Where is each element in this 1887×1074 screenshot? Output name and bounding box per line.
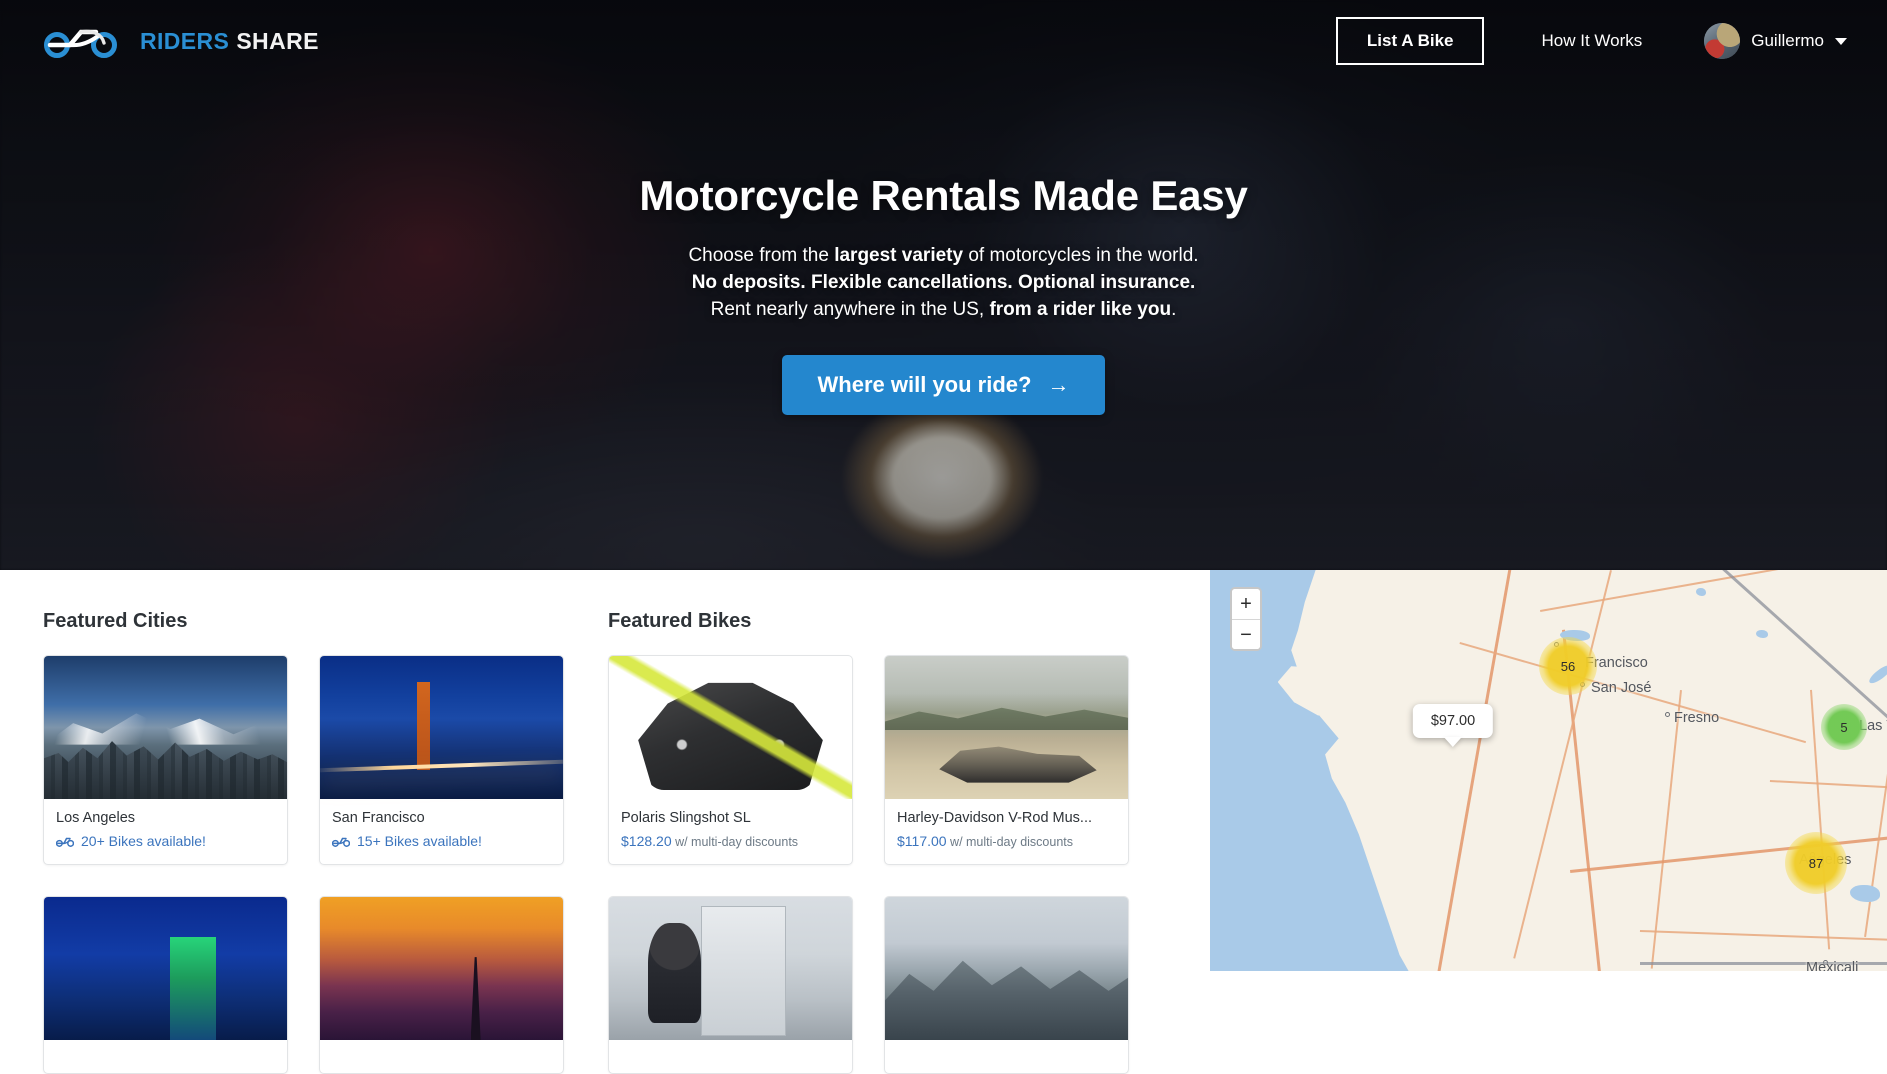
bike-price: $117.00 — [897, 833, 947, 849]
hero-copy: Motorcycle Rentals Made Easy Choose from… — [0, 172, 1887, 415]
user-name-label: Guillermo — [1751, 31, 1824, 50]
motorcycle-icon — [56, 837, 74, 847]
bike-name: Harley-Davidson V-Rod Mus... — [897, 810, 1093, 826]
city-name: Los Angeles — [56, 810, 136, 826]
list-a-bike-button[interactable]: List A Bike — [1335, 17, 1485, 65]
bike-card-harley-v-rod[interactable]: Harley-Davidson V-Rod Mus... $117.00 w/ … — [884, 655, 1129, 865]
bike-price-note: w/ multi-day discounts — [671, 835, 799, 849]
city-card-4[interactable] — [319, 896, 564, 1074]
map-cluster-marker[interactable]: 56 — [1539, 637, 1597, 695]
map-zoom-out-button[interactable]: − — [1232, 619, 1260, 649]
brand-share-text: SHARE — [236, 27, 319, 54]
city-card-body: San Francisco 15+ Bikes available! — [320, 799, 563, 864]
page-title: Motorcycle Rentals Made Easy — [639, 172, 1248, 219]
avatar — [1704, 23, 1741, 59]
city-availability: 20+ Bikes available! — [56, 833, 275, 849]
city-image-san-francisco — [320, 656, 563, 799]
arrow-right-icon: → — [1047, 372, 1070, 397]
bike-image-harley — [885, 656, 1128, 799]
hero-sub1-b: largest variety — [834, 245, 964, 266]
map-label-mexicali: Mexicali — [1806, 960, 1859, 971]
city-image-3 — [44, 897, 287, 1040]
bike-card-body: Polaris Slingshot SL $128.20 w/ multi-da… — [609, 799, 852, 864]
motorcycle-logo-icon — [44, 29, 117, 58]
bike-card-4[interactable] — [884, 896, 1129, 1074]
city-availability-text: 15+ Bikes available! — [357, 833, 482, 849]
user-menu[interactable]: Guillermo — [1704, 23, 1847, 59]
brand-logo[interactable]: RIDERS SHARE — [40, 24, 319, 58]
site-header: RIDERS SHARE List A Bike How It Works Gui… — [0, 0, 1887, 82]
bike-image-polaris — [609, 656, 852, 799]
hero-subtitle-line-3: Rent nearly anywhere in the US, from a r… — [0, 296, 1887, 323]
hero-section: RIDERS SHARE List A Bike How It Works Gui… — [0, 0, 1887, 570]
cta-container: Where will you ride? → — [0, 355, 1887, 415]
bike-price: $128.20 — [621, 833, 672, 849]
map-lake — [1850, 885, 1880, 902]
brand-riders-text: RIDERS — [140, 27, 230, 54]
map-cluster-marker[interactable]: 5 — [1821, 704, 1867, 750]
city-card-body: Los Angeles 20+ Bikes available! — [44, 799, 287, 864]
city-card-body — [44, 1040, 287, 1073]
city-card-body — [320, 1040, 563, 1073]
map-lake — [1756, 630, 1768, 638]
city-card-san-francisco[interactable]: San Francisco 15+ Bikes available! — [319, 655, 564, 865]
bike-card-body — [609, 1040, 852, 1073]
featured-bikes-title: Featured Bikes — [608, 610, 752, 632]
featured-bikes-grid: Polaris Slingshot SL $128.20 w/ multi-da… — [608, 655, 1208, 1074]
bike-price-note: w/ multi-day discounts — [946, 835, 1074, 849]
bike-card-polaris-slingshot-sl[interactable]: Polaris Slingshot SL $128.20 w/ multi-da… — [608, 655, 853, 865]
bike-image-4 — [885, 897, 1128, 1040]
hero-sub3-c: . — [1171, 299, 1177, 320]
where-will-you-ride-button[interactable]: Where will you ride? → — [781, 355, 1106, 415]
bike-image-3 — [609, 897, 852, 1040]
hero-subtitle-line-2: No deposits. Flexible cancellations. Opt… — [0, 269, 1887, 296]
map-cluster-marker[interactable]: 87 — [1785, 832, 1847, 894]
city-card-3[interactable] — [43, 896, 288, 1074]
hero-sub3-b: from a rider like you — [989, 299, 1172, 320]
map-panel[interactable]: Francisco San José Fresno Las Vegas Ange… — [1210, 570, 1887, 971]
bike-card-3[interactable] — [608, 896, 853, 1074]
bike-price-line: $117.00 w/ multi-day discounts — [897, 833, 1116, 849]
city-image-4 — [320, 897, 563, 1040]
bike-name: Polaris Slingshot SL — [621, 810, 751, 826]
city-image-los-angeles — [44, 656, 287, 799]
hero-sub1-a: Choose from the — [688, 245, 835, 266]
bike-price-line: $128.20 w/ multi-day discounts — [621, 833, 840, 849]
hero-subtitle: Choose from the largest variety of motor… — [0, 242, 1887, 323]
featured-bikes-column: Featured Bikes Polaris Slingshot SL $128… — [608, 570, 1208, 1074]
city-card-los-angeles[interactable]: Los Angeles 20+ Bikes available! — [43, 655, 288, 865]
bike-card-body — [885, 1040, 1128, 1073]
chevron-down-icon — [1835, 37, 1847, 45]
hero-subtitle-line-1: Choose from the largest variety of motor… — [0, 242, 1887, 269]
city-availability: 15+ Bikes available! — [332, 833, 551, 849]
featured-cities-grid: Los Angeles 20+ Bikes available! San Fra… — [43, 655, 608, 1074]
brand-wordmark: RIDERS SHARE — [140, 28, 319, 55]
map-city-dot — [1665, 712, 1670, 717]
map-zoom-controls: + − — [1230, 587, 1262, 651]
map-label-fresno: Fresno — [1674, 710, 1720, 726]
featured-cities-title: Featured Cities — [43, 610, 188, 632]
city-availability-text: 20+ Bikes available! — [81, 833, 206, 849]
map-canvas[interactable]: Francisco San José Fresno Las Vegas Ange… — [1210, 570, 1887, 971]
hero-sub3-a: Rent nearly anywhere in the US, — [710, 299, 990, 320]
city-name: San Francisco — [332, 810, 425, 826]
cta-label: Where will you ride? — [817, 372, 1032, 397]
hero-sub2: No deposits. Flexible cancellations. Opt… — [691, 272, 1196, 293]
motorcycle-icon — [332, 837, 350, 847]
featured-cities-column: Featured Cities Los Angeles 20+ Bikes av… — [0, 570, 608, 1074]
bike-card-body: Harley-Davidson V-Rod Mus... $117.00 w/ … — [885, 799, 1128, 864]
nav-how-it-works[interactable]: How It Works — [1541, 31, 1642, 51]
hero-sub1-c: of motorcycles in the world. — [963, 245, 1199, 266]
map-lake — [1696, 588, 1706, 596]
map-zoom-in-button[interactable]: + — [1232, 589, 1260, 619]
map-label-san-jose: San José — [1591, 680, 1652, 696]
header-actions: List A Bike How It Works Guillermo — [1335, 17, 1847, 65]
map-price-tooltip[interactable]: $97.00 — [1412, 704, 1494, 738]
